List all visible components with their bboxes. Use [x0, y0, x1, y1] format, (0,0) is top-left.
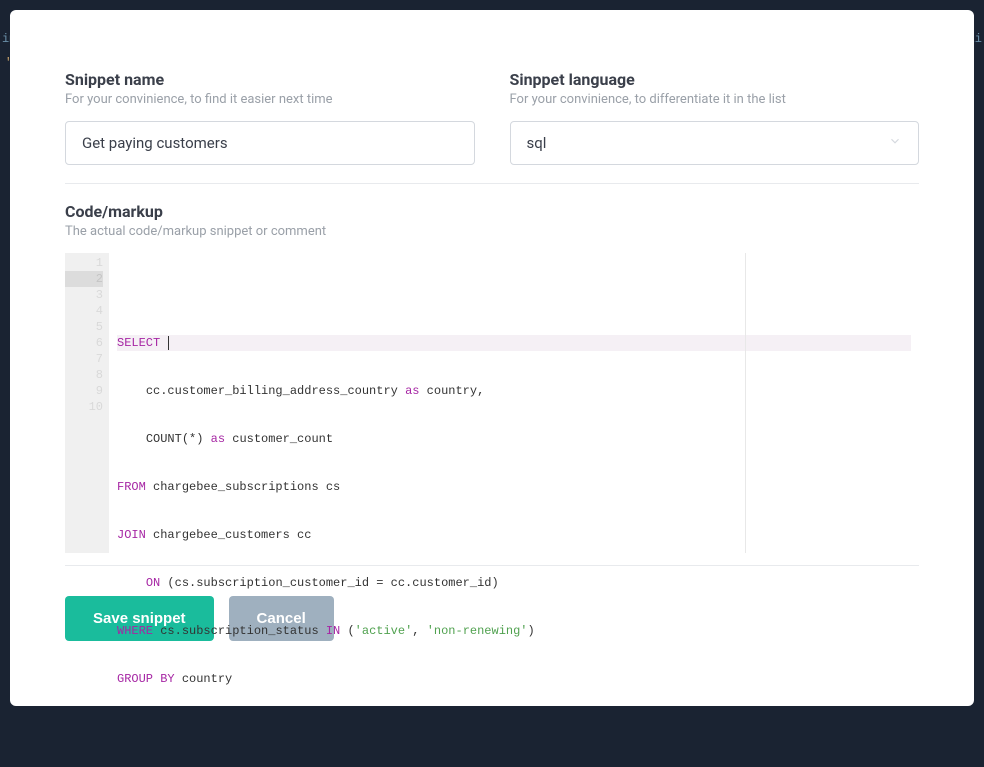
- snippet-language-label: Sinppet language: [510, 70, 920, 89]
- line-number: 2: [65, 271, 103, 287]
- line-number: 1: [65, 255, 103, 271]
- text-cursor: [168, 336, 169, 350]
- code-hint: The actual code/markup snippet or commen…: [65, 224, 919, 239]
- line-number: 8: [65, 367, 103, 383]
- snippet-language-field-group: Sinppet language For your convinience, t…: [510, 70, 920, 165]
- snippet-name-hint: For your convinience, to find it easier …: [65, 92, 475, 107]
- line-number: 5: [65, 319, 103, 335]
- snippet-name-label: Snippet name: [65, 70, 475, 89]
- chevron-down-icon: [888, 134, 902, 152]
- snippet-language-select[interactable]: sql: [510, 121, 920, 165]
- line-number: 3: [65, 287, 103, 303]
- code-field-group: Code/markup The actual code/markup snipp…: [65, 202, 919, 553]
- top-fields-row: Snippet name For your convinience, to fi…: [65, 70, 919, 165]
- snippet-name-field-group: Snippet name For your convinience, to fi…: [65, 70, 475, 165]
- divider-top: [65, 183, 919, 184]
- snippet-name-input[interactable]: [65, 121, 475, 165]
- line-number: 7: [65, 351, 103, 367]
- code-content[interactable]: SELECT cc.customer_billing_address_count…: [109, 253, 919, 553]
- code-editor[interactable]: 1 2 3 4 5 6 7 8 9 10 SELECT cc.customer_…: [65, 253, 919, 553]
- code-label: Code/markup: [65, 202, 919, 221]
- line-number: 9: [65, 383, 103, 399]
- snippet-language-hint: For your convinience, to differentiate i…: [510, 92, 920, 107]
- snippet-language-value: sql: [527, 134, 547, 152]
- editor-ruler: [745, 253, 746, 553]
- editor-gutter: 1 2 3 4 5 6 7 8 9 10: [65, 253, 109, 553]
- line-number: 10: [65, 399, 103, 415]
- line-number: 4: [65, 303, 103, 319]
- snippet-modal: Snippet name For your convinience, to fi…: [10, 10, 974, 706]
- line-number: 6: [65, 335, 103, 351]
